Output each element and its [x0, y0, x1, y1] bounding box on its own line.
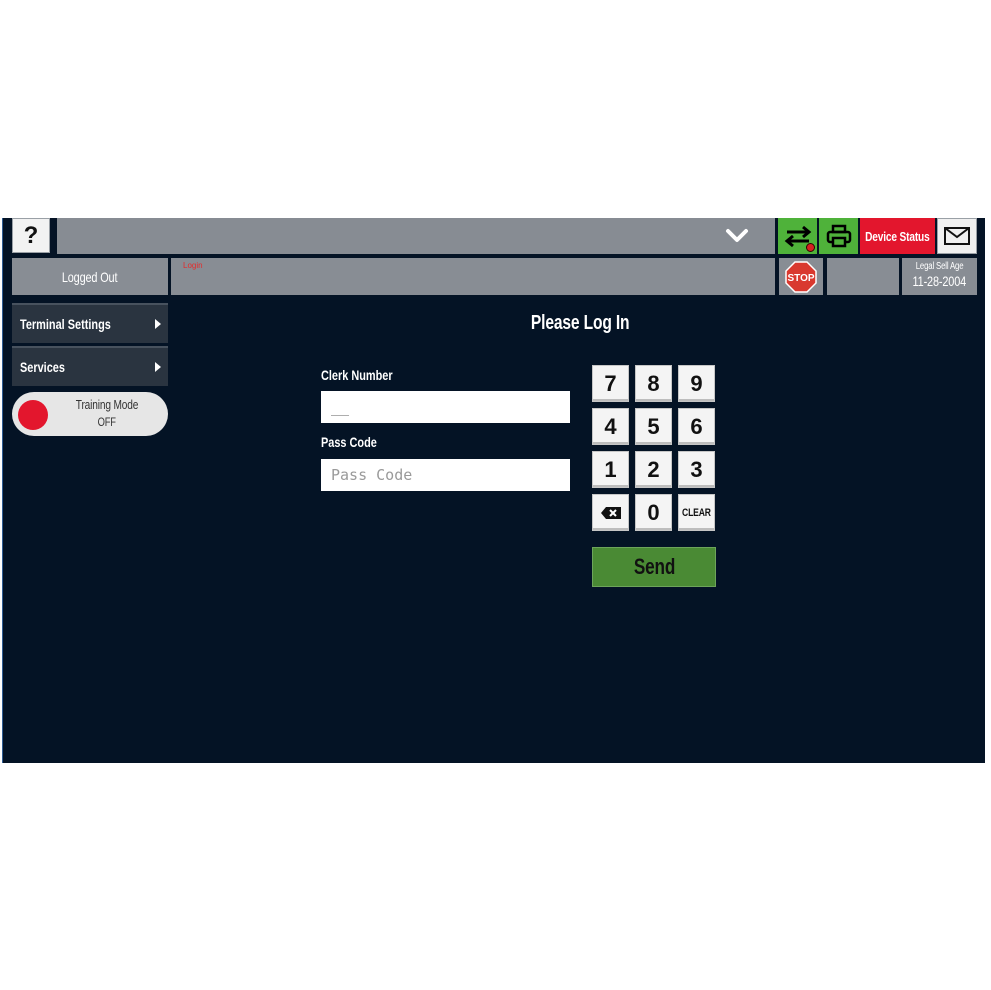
- pass-code-label: Pass Code: [321, 434, 393, 450]
- legal-sell-age-date: 11-28-2004: [912, 273, 967, 289]
- key-label: 2: [647, 456, 660, 482]
- training-mode-value: OFF: [97, 415, 117, 429]
- stop-sign-icon: STOP: [785, 260, 817, 293]
- logged-out-label: Logged Out: [62, 268, 118, 285]
- keypad-key-0[interactable]: 0: [635, 494, 672, 531]
- stop-label: STOP: [787, 273, 814, 284]
- page-title-text: Please Log In: [530, 312, 630, 334]
- key-label: 9: [690, 370, 703, 396]
- chevron-down-icon[interactable]: [725, 226, 749, 246]
- pass-code-label-text: Pass Code: [321, 434, 377, 450]
- keypad-key-1[interactable]: 1: [592, 451, 629, 488]
- keypad-key-8[interactable]: 8: [635, 365, 672, 402]
- device-status-label: Device Status: [865, 228, 930, 244]
- keypad-key-backspace[interactable]: [592, 494, 629, 531]
- key-label: 4: [604, 413, 617, 439]
- sidebar-item-services[interactable]: Services: [12, 346, 168, 386]
- key-label: 8: [647, 370, 660, 396]
- keypad-key-3[interactable]: 3: [678, 451, 715, 488]
- send-button[interactable]: Send: [592, 547, 716, 587]
- sidebar-item-terminal-settings[interactable]: Terminal Settings: [12, 303, 168, 343]
- key-label: 5: [647, 413, 660, 439]
- keypad-key-4[interactable]: 4: [592, 408, 629, 445]
- legal-sell-age-label: Legal Sell Age: [915, 261, 964, 272]
- envelope-icon: [944, 227, 970, 245]
- key-label: 0: [647, 499, 660, 525]
- keypad-key-7[interactable]: 7: [592, 365, 629, 402]
- top-dropdown-bar[interactable]: [57, 218, 775, 254]
- key-label: 6: [690, 413, 703, 439]
- sidebar-item-label: Terminal Settings: [20, 316, 111, 332]
- keypad-key-6[interactable]: 6: [678, 408, 715, 445]
- keypad-key-5[interactable]: 5: [635, 408, 672, 445]
- sidebar-item-label: Services: [20, 359, 65, 375]
- pos-app-window: ? Device Status Logged Out Login STOP Le…: [2, 218, 985, 763]
- transfer-button[interactable]: [778, 218, 817, 254]
- send-button-label: Send: [633, 554, 675, 579]
- keypad-key-2[interactable]: 2: [635, 451, 672, 488]
- stop-button[interactable]: STOP: [779, 258, 823, 295]
- transfer-alert-dot: [806, 243, 815, 252]
- page-title: Please Log In: [403, 312, 757, 335]
- mail-button[interactable]: [937, 218, 977, 254]
- blank-status-button[interactable]: [827, 258, 899, 295]
- printer-icon: [826, 224, 851, 248]
- login-label: Login: [183, 261, 203, 270]
- help-label: ?: [23, 221, 39, 249]
- pass-code-field[interactable]: [321, 459, 570, 491]
- print-button[interactable]: [819, 218, 858, 254]
- caret-right-icon: [155, 319, 161, 329]
- device-status-button[interactable]: Device Status: [860, 218, 935, 254]
- caret-right-icon: [155, 362, 161, 372]
- login-message-bar: Login: [171, 258, 775, 295]
- keypad-key-clear[interactable]: CLEAR: [678, 494, 715, 531]
- help-button[interactable]: ?: [12, 218, 50, 253]
- key-label: 7: [604, 370, 617, 396]
- clerk-number-label: Clerk Number: [321, 367, 413, 383]
- training-mode-toggle[interactable]: Training Mode OFF: [12, 392, 168, 436]
- toggle-off-indicator-icon: [18, 400, 48, 430]
- training-mode-label: Training Mode: [75, 397, 139, 412]
- logged-out-status: Logged Out: [12, 258, 168, 295]
- key-label: 3: [690, 456, 703, 482]
- key-label: CLEAR: [682, 506, 711, 519]
- backspace-icon: [600, 506, 621, 519]
- key-label: 1: [604, 456, 617, 482]
- clerk-number-field[interactable]: [321, 391, 570, 423]
- keypad-key-9[interactable]: 9: [678, 365, 715, 402]
- clerk-number-label-text: Clerk Number: [321, 367, 393, 383]
- legal-sell-age: Legal Sell Age 11-28-2004: [902, 258, 977, 295]
